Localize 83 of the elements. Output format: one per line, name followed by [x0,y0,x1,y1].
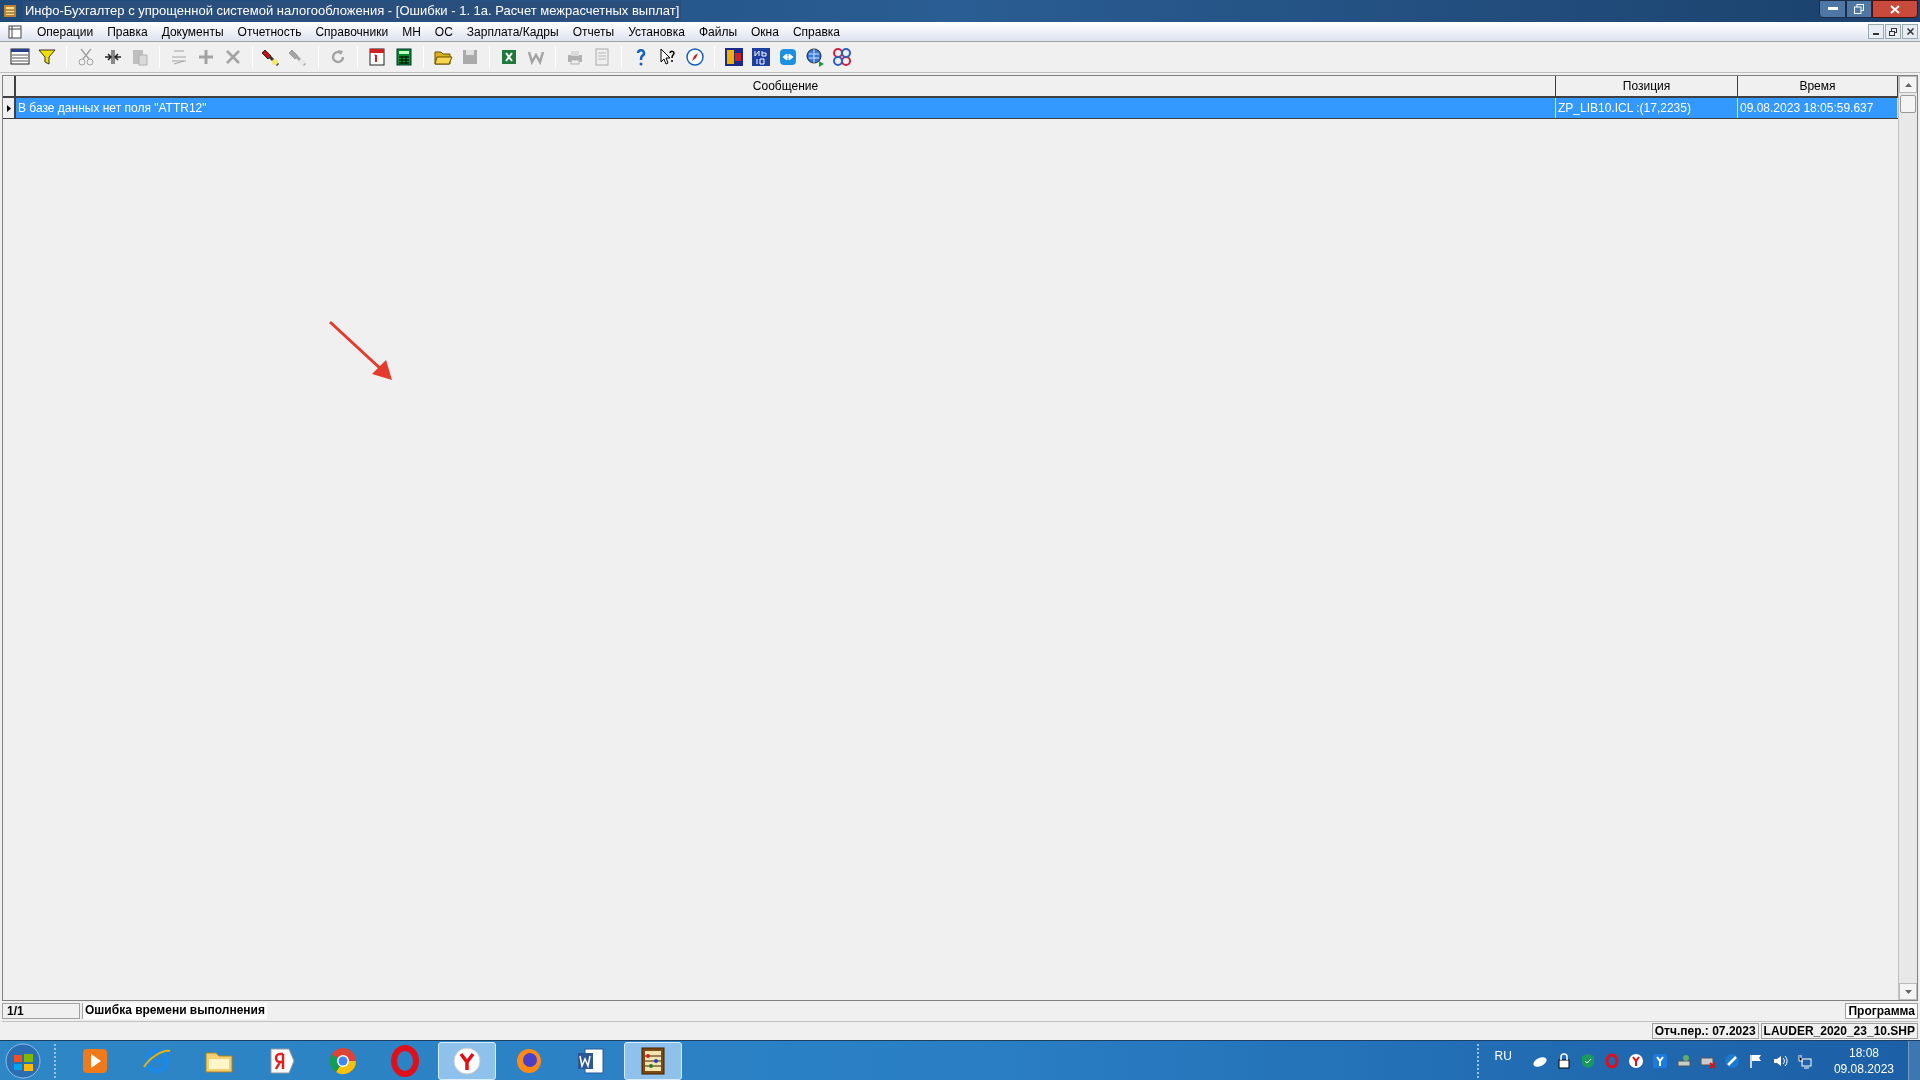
network-drive-icon[interactable] [1675,1052,1692,1069]
ib10-logo-icon [751,47,771,67]
calculator-icon [394,47,414,67]
remote-control-icon [778,47,798,67]
mode-indicator: Программа [1845,1003,1918,1019]
arrow [329,320,392,380]
page-preview-icon [592,47,612,67]
flashlight-icon [262,47,282,67]
toolbar-button[interactable] [749,45,773,69]
scroll-down-icon [1904,989,1912,994]
menu-item[interactable]: Окна [744,22,786,41]
menu-item[interactable]: Правка [100,22,155,41]
show-desktop-button[interactable] [1908,1040,1920,1080]
info-panel: Отч.пер.: 07.2023 [1651,1023,1759,1039]
record-counter: 1/1 [2,1003,80,1019]
pen-icon[interactable] [1723,1052,1740,1069]
close-icon [1906,28,1914,35]
flag-icon[interactable] [1747,1052,1764,1069]
toolbar-button[interactable] [683,45,707,69]
clipboard-icon [130,47,150,67]
compass-icon [685,47,705,67]
status-message: Ошибка времени выполнения [82,1003,267,1019]
y-browser-icon[interactable] [1627,1052,1644,1069]
menu-item[interactable]: Зарплата/Кадры [459,22,566,41]
menu-item[interactable]: МН [395,22,428,41]
y-app-icon[interactable] [1651,1052,1668,1069]
spreadsheet-icon [499,47,519,67]
minimize-button[interactable] [1868,24,1884,39]
minimize-icon [1827,7,1838,11]
scrollbar[interactable] [1898,76,1917,1000]
menu-item[interactable]: Отчетность [230,22,309,41]
row-pointer-icon [6,104,11,112]
language-indicator[interactable]: RU [1494,1046,1512,1065]
globe-icon [805,47,825,67]
restore-button[interactable] [1885,24,1901,39]
scroll-up-icon [1904,82,1912,87]
plus-icon [196,47,216,67]
column-header[interactable]: Позиция [1556,76,1738,96]
rotate-text-icon [169,47,189,67]
menu-item[interactable]: ОС [427,22,460,41]
table-icon [10,47,30,67]
taskbar-button[interactable] [438,1041,496,1080]
menu-item[interactable]: Файлы [691,22,744,41]
menu-item[interactable]: Справка [785,22,847,41]
menu-item[interactable]: Установка [621,22,692,41]
menu-item[interactable]: Документы [154,22,231,41]
flashlight-icon [289,47,309,67]
clock-time[interactable]: 18:08 [1848,1044,1879,1061]
menu-item[interactable]: Отчеты [565,22,622,41]
toolbar-button[interactable] [722,45,746,69]
clock-date[interactable]: 09.08.2023 [1833,1060,1894,1077]
document-icon [8,24,22,39]
minimize-icon [1873,33,1879,35]
scroll-thumb[interactable] [1900,95,1916,113]
app-icon [3,4,17,18]
start-orb-icon [5,1042,41,1079]
table-cell: В базе данных нет поля "ATTR12" [16,98,1556,118]
close-button[interactable] [1902,24,1918,39]
shield-check-icon[interactable] [1579,1052,1596,1069]
y-browser-icon [451,1044,483,1077]
pattern-logo-icon [832,47,852,67]
restore-button[interactable] [1846,0,1872,18]
network-icon[interactable] [1795,1052,1812,1069]
calendar-icon [367,47,387,67]
app-logo-icon [724,47,744,67]
scissors-icon [76,47,96,67]
restore-icon [1889,27,1897,36]
table-cell: ZP_LIB10.ICL :(17,2235) [1556,98,1738,118]
column-split-icon [103,47,123,67]
menu-item[interactable]: Операции [30,22,101,41]
close-icon [1890,4,1900,14]
taskbar-button[interactable] [624,1041,682,1080]
pointer-question-icon [658,47,678,67]
filter-icon [37,47,57,67]
column-header[interactable]: Сообщение [16,76,1556,96]
window-title: Инфо-Бухгалтер с упрощенной системой налогообложения - [Ошибки - 1. 1а. Расчет межрасчетных выплат] [23,1,682,21]
close-button[interactable] [1872,0,1918,18]
menu-item[interactable]: Справочники [308,22,396,41]
opera-icon [389,1044,421,1077]
restore-icon [1854,4,1864,14]
minimize-button[interactable] [1819,0,1846,18]
info-panel: LAUDER_2020_23_10.SHP [1760,1023,1918,1039]
lock-icon[interactable] [1555,1052,1572,1069]
